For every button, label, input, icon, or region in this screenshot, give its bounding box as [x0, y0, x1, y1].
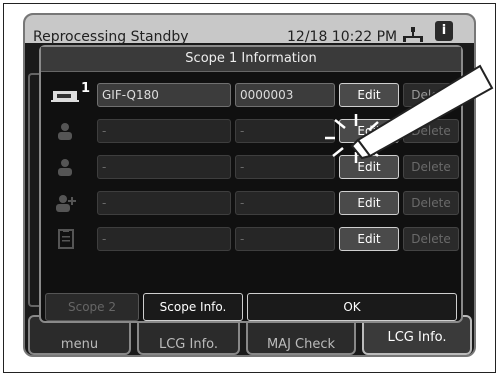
scope-row: 1 GIF-Q180 0000003 Edit Delete — [51, 81, 459, 107]
touch-screen: Reprocessing Standby 12/18 10:22 PM i me… — [23, 13, 476, 357]
patient-delete-button[interactable]: Delete — [403, 155, 459, 179]
doctor-name-field: - — [97, 191, 231, 215]
memo-delete-button[interactable]: Delete — [403, 227, 459, 251]
memo-row: - - Edit Delete — [51, 227, 459, 251]
operator-icon — [58, 123, 72, 140]
dialog-title: Scope 1 Information — [41, 47, 461, 72]
info-icon[interactable]: i — [435, 21, 453, 41]
patient-id-field: - — [235, 155, 335, 179]
scope-info-dialog: Scope 1 Information 1 GIF-Q180 0000003 E… — [39, 45, 463, 323]
operator-edit-button[interactable]: Edit — [339, 119, 399, 143]
status-datetime: 12/18 10:22 PM — [287, 29, 398, 45]
scope-model-field: GIF-Q180 — [97, 83, 231, 107]
doctor-row: - - Edit Delete — [51, 191, 459, 215]
memo-field: - — [97, 227, 231, 251]
operator-row: - - Edit Delete — [51, 119, 459, 143]
operator-delete-button[interactable]: Delete — [403, 119, 459, 143]
scope-serial-field: 0000003 — [235, 83, 335, 107]
doctor-delete-button[interactable]: Delete — [403, 191, 459, 215]
doctor-icon — [56, 195, 76, 212]
doctor-edit-button[interactable]: Edit — [339, 191, 399, 215]
doctor-id-field: - — [235, 191, 335, 215]
operator-id-field: - — [235, 119, 335, 143]
memo-id-field: - — [235, 227, 335, 251]
memo-edit-button[interactable]: Edit — [339, 227, 399, 251]
patient-edit-button[interactable]: Edit — [339, 155, 399, 179]
status-bar: Reprocessing Standby 12/18 10:22 PM i — [25, 15, 474, 45]
scope-2-button[interactable]: Scope 2 — [45, 293, 139, 321]
patient-row: - - Edit Delete — [51, 155, 459, 179]
scope-edit-button[interactable]: Edit — [339, 83, 399, 107]
clipboard-icon — [58, 229, 74, 249]
network-icon — [403, 27, 423, 42]
patient-icon — [58, 159, 72, 176]
scope-info-button[interactable]: Scope Info. — [143, 293, 243, 321]
patient-name-field: - — [97, 155, 231, 179]
scope-delete-button[interactable]: Delete — [403, 83, 459, 107]
status-title: Reprocessing Standby — [33, 29, 189, 45]
scope-index: 1 — [81, 81, 91, 96]
ok-button[interactable]: OK — [247, 293, 457, 321]
operator-name-field: - — [97, 119, 231, 143]
